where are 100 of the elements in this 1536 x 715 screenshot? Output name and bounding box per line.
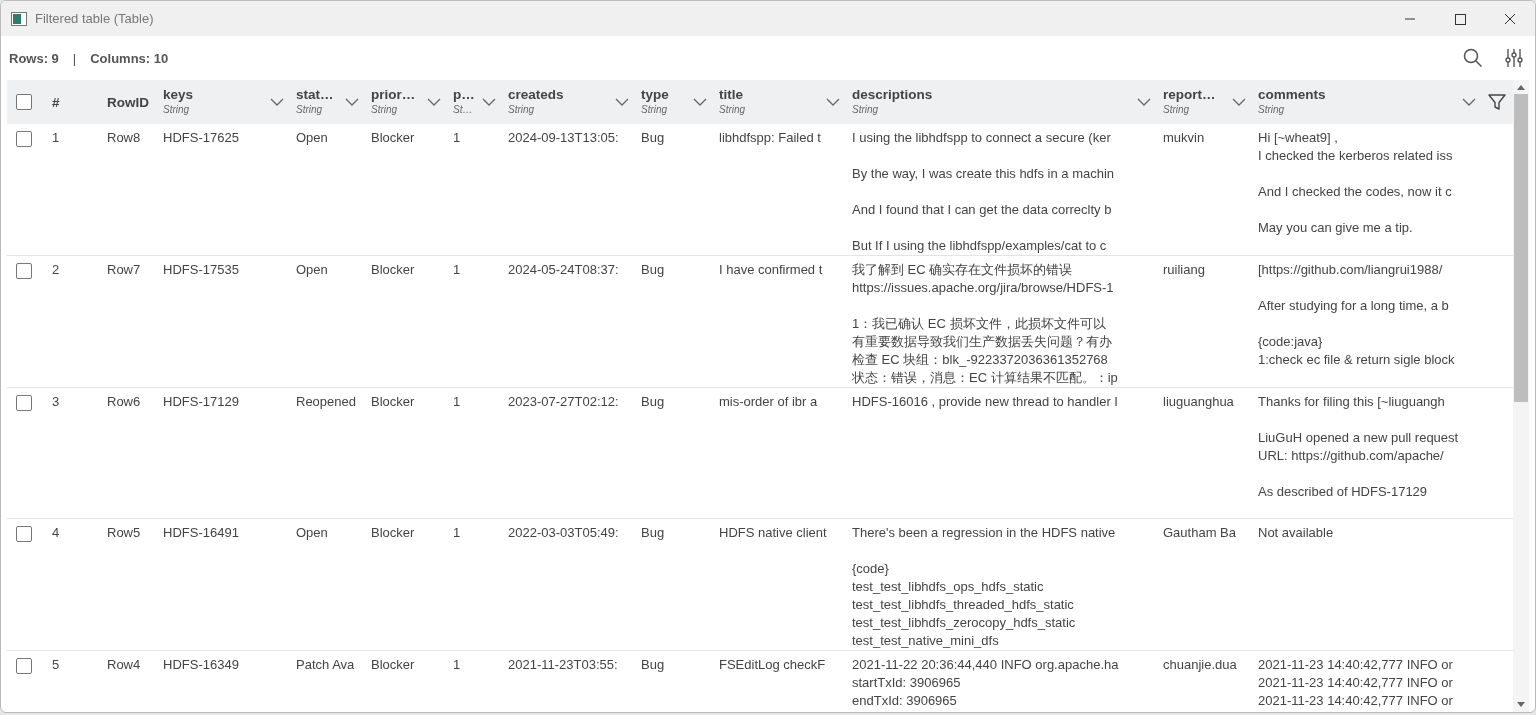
row-number: 4 bbox=[52, 525, 60, 540]
table-cell-text: [https://github.com/liangrui1988/ bbox=[1258, 261, 1444, 279]
window-title: Filtered table (Table) bbox=[35, 11, 154, 26]
chevron-down-icon[interactable] bbox=[826, 98, 840, 106]
table-cell: Patch Ava bbox=[296, 657, 355, 672]
column-header[interactable]: report… bbox=[1163, 87, 1216, 102]
table-cell: Row7 bbox=[107, 262, 141, 277]
table-cell: I have confirmed t bbox=[719, 262, 823, 277]
table-cell: FSEditLog checkF bbox=[719, 657, 826, 672]
table-cell: Row8 bbox=[107, 130, 141, 145]
column-header[interactable]: createds bbox=[508, 87, 564, 102]
chevron-down-icon[interactable] bbox=[427, 98, 441, 106]
column-type: String bbox=[163, 103, 191, 117]
table-cell: 2024-05-24T08:37: bbox=[508, 262, 619, 277]
table-cell: Bug bbox=[641, 130, 665, 145]
table-cell: Blocker bbox=[371, 130, 415, 145]
row-checkbox[interactable] bbox=[16, 262, 32, 279]
table-cell: HDFS-16491 bbox=[163, 525, 239, 540]
column-header[interactable]: title bbox=[719, 87, 746, 102]
row-checkbox[interactable] bbox=[16, 657, 32, 674]
table-cell-text: By the way, I was create this hdfs in a machin bbox=[852, 165, 1116, 183]
rows-count: Rows: 9 bbox=[9, 50, 59, 66]
chevron-down-icon[interactable] bbox=[1137, 98, 1151, 106]
table-cell: chuanjie.dua bbox=[1163, 657, 1237, 672]
table-cell: 1 bbox=[453, 394, 461, 409]
table-cell: Row5 bbox=[107, 525, 141, 540]
row-checkbox[interactable] bbox=[16, 525, 32, 542]
select-all-checkbox[interactable] bbox=[16, 94, 32, 111]
table-cell-text: There's been a regression in the HDFS native bbox=[852, 524, 1117, 542]
sliders-icon bbox=[1505, 48, 1523, 68]
table-cell: Reopened bbox=[296, 394, 356, 409]
column-header[interactable]: comments bbox=[1258, 87, 1326, 102]
row-checkbox[interactable] bbox=[16, 394, 32, 411]
table-cell-text: {code} test_test_libhdfs_ops_hdfs_static test_test_libhdfs_threaded_hdfs_static test_test_libhdfs_zerocopy_hdfs_static test_test_native_mini_dfs bbox=[852, 560, 1077, 650]
table-cell: HDFS-17129 bbox=[163, 394, 239, 409]
chevron-down-icon[interactable] bbox=[270, 98, 284, 106]
table-cell: liuguanghua bbox=[1163, 394, 1234, 409]
table-cell: Row6 bbox=[107, 394, 141, 409]
column-type: String bbox=[1163, 103, 1191, 117]
chevron-down-icon[interactable] bbox=[1462, 98, 1476, 106]
table-cell: 1 bbox=[453, 130, 461, 145]
table-cell: HDFS-17625 bbox=[163, 130, 239, 145]
column-header[interactable]: prior… bbox=[371, 87, 416, 102]
row-number: 2 bbox=[52, 262, 60, 277]
table-cell: ruiliang bbox=[1163, 262, 1205, 277]
table-cell-text: LiuGuH opened a new pull request URL: https://github.com/apache/ bbox=[1258, 429, 1460, 465]
close-icon bbox=[1503, 11, 1517, 26]
chevron-down-icon[interactable] bbox=[345, 98, 359, 106]
column-type: String bbox=[719, 103, 746, 117]
table-cell-text: HDFS-16016 , provide new thread to handler I bbox=[852, 393, 1119, 411]
table-cell-text: 我了解到 EC 确实存在文件损坏的错误 https://issues.apache.org/jira/browse/HDFS-1 bbox=[852, 261, 1115, 297]
table-cell: Blocker bbox=[371, 525, 415, 540]
table-cell: 1 bbox=[453, 262, 461, 277]
scrollbar-thumb[interactable] bbox=[1514, 94, 1528, 402]
table-icon bbox=[11, 11, 27, 26]
column-type: String bbox=[371, 103, 399, 117]
row-number: 1 bbox=[52, 130, 60, 145]
table-cell: Open bbox=[296, 130, 328, 145]
table-cell-text: Thanks for filing this [~liuguangh bbox=[1258, 393, 1446, 411]
scroll-down-icon[interactable] bbox=[1517, 702, 1525, 708]
column-header[interactable]: p… bbox=[453, 87, 475, 102]
chevron-down-icon[interactable] bbox=[482, 98, 496, 106]
chevron-down-icon[interactable] bbox=[1232, 98, 1246, 106]
table-cell-text: As described of HDFS-17129 bbox=[1258, 483, 1429, 501]
table-cell-text: But If I using the libhdfspp/examples/cat to c bbox=[852, 237, 1108, 255]
table-cell: Bug bbox=[641, 525, 665, 540]
table-cell: 2021-11-23T03:55: bbox=[508, 657, 618, 672]
table-cell: Blocker bbox=[371, 394, 415, 409]
column-header: # bbox=[52, 94, 60, 110]
row-number: 3 bbox=[52, 394, 60, 409]
scrollbar[interactable] bbox=[1513, 80, 1529, 712]
separator: | bbox=[72, 50, 77, 66]
chevron-down-icon[interactable] bbox=[615, 98, 629, 106]
column-type: String bbox=[852, 103, 880, 117]
table-cell: libhdfspp: Failed t bbox=[719, 130, 821, 145]
table-cell: 2022-03-03T05:49: bbox=[508, 525, 619, 540]
column-header[interactable]: stat… bbox=[296, 87, 334, 102]
table-cell-text: 2021-11-22 20:36:44,440 INFO org.apache.ha startTxId: 3906965 endTxId: 3906965 bbox=[852, 656, 1120, 710]
columns-count: Columns: 10 bbox=[90, 50, 169, 66]
column-type: String bbox=[296, 103, 324, 117]
filter-icon[interactable] bbox=[1488, 93, 1506, 111]
row-number: 5 bbox=[52, 657, 60, 672]
table-cell: 2024-09-13T13:05: bbox=[508, 130, 619, 145]
scroll-up-icon[interactable] bbox=[1517, 84, 1525, 90]
row-checkbox[interactable] bbox=[16, 130, 32, 147]
table-cell: HDFS-16349 bbox=[163, 657, 239, 672]
table-cell: Bug bbox=[641, 262, 665, 277]
minimize-icon bbox=[1404, 17, 1416, 20]
table-cell-text: 2021-11-23 14:40:42,777 INFO or 2021-11-23 14:40:42,777 INFO or 2021-11-23 14:40:42,777 INFO or bbox=[1258, 656, 1454, 710]
column-header[interactable]: descriptions bbox=[852, 87, 933, 102]
chevron-down-icon[interactable] bbox=[693, 98, 707, 106]
table-cell-text: {code:java} 1:check ec file & return sigle block bbox=[1258, 333, 1456, 369]
column-header[interactable]: keys bbox=[163, 87, 194, 102]
column-header[interactable]: type bbox=[641, 87, 669, 102]
table-cell-text: May you can give me a tip. bbox=[1258, 219, 1414, 237]
table-cell: Blocker bbox=[371, 657, 415, 672]
search-icon bbox=[1463, 48, 1483, 68]
table-cell-text: Hi [~wheat9] , I checked the kerberos related iss bbox=[1258, 129, 1454, 165]
table-cell: Not available bbox=[1258, 525, 1334, 540]
column-header: RowID bbox=[107, 94, 149, 110]
